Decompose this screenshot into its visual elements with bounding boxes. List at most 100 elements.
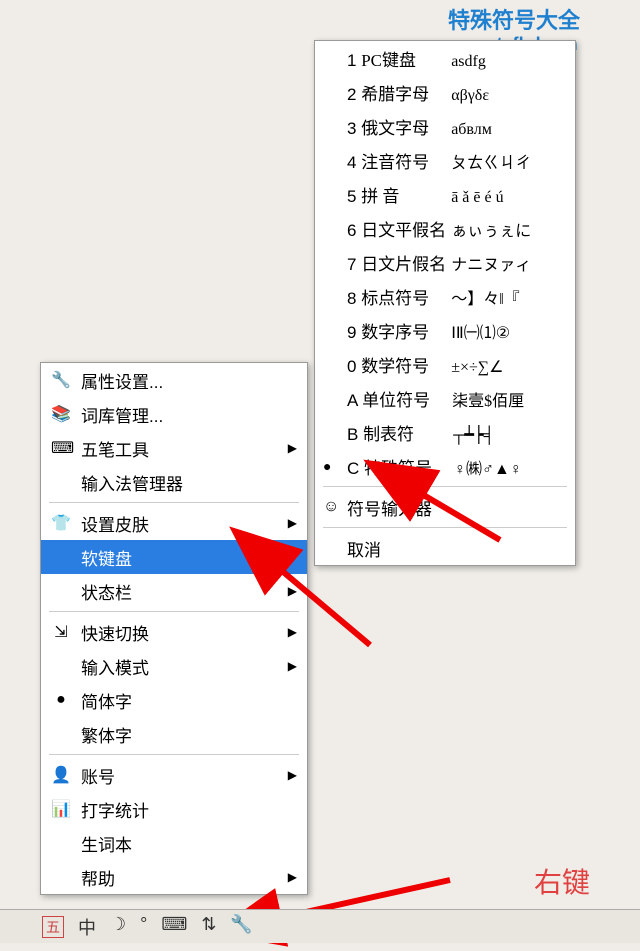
menu-label: 输入模式 [81,654,149,679]
option-sample: ナニヌァィ [451,257,531,274]
option-sample: 柒壹$佰厘 [452,393,524,410]
menu-item[interactable]: ⌨五笔工具▶ [41,431,307,465]
option-sample: ā ǎ ē é ú [451,189,503,206]
softkeyboard-option[interactable]: A 单位符号柒壹$佰厘 [315,381,575,415]
option-sample: ～】々‖『 [451,291,520,308]
option-label: PC键盘 [361,46,451,71]
option-shortcut: 3 [347,119,361,138]
menu-item[interactable]: 繁体字 [41,717,307,751]
option-label: 制表符 [363,420,453,445]
softkeyboard-option[interactable]: 1 PC键盘asdfg [315,41,575,75]
softkeyboard-option[interactable]: 8 标点符号～】々‖『 [315,279,575,313]
option-shortcut: 2 [347,85,361,104]
option-shortcut: 9 [347,323,361,342]
option-shortcut: 7 [347,255,361,274]
softkeyboard-option[interactable]: 9 数字序号ⅠⅡ㈠⑴② [315,313,575,347]
right-click-annotation: 右键 [534,861,590,901]
ime-status-bar[interactable]: 五 中 ☽ ° ⌨ ⇅ 🔧 [0,909,640,943]
menu-icon: 👤 [51,765,71,785]
menu-item[interactable]: 输入法管理器 [41,465,307,499]
option-sample: ㄆㄊㄍㄐㄔ [451,155,531,172]
option-shortcut: 4 [347,153,361,172]
menu-icon: ⇲ [51,622,71,642]
statusbar-icon[interactable]: ⇅ [201,914,216,940]
statusbar-icon[interactable]: 🔧 [230,914,252,940]
menu-label: 词库管理... [81,402,163,427]
menu-label: 打字统计 [81,797,149,822]
menu-icon: ● [51,691,71,709]
option-label: 数字序号 [361,318,451,343]
softkeyboard-option[interactable]: ● C 特殊符号♀㈱♂▲♀ [315,449,575,483]
menu-item[interactable]: 🔧 属性设置... [41,363,307,397]
menu-label: 帮助 [81,865,115,890]
option-label: 日文平假名 [361,216,451,241]
ime-mode-indicator[interactable]: 五 [42,916,64,938]
menu-icon: 👕 [51,513,71,533]
option-label: 标点符号 [361,284,451,309]
option-shortcut: 5 [347,187,361,206]
option-sample: абвлм [451,121,492,138]
menu-label: 状态栏 [81,579,132,604]
statusbar-icon[interactable]: ⌨ [161,914,187,940]
menu-label: 简体字 [81,688,132,713]
option-sample: ┬┷┝╡ [453,427,495,444]
menu-icon: 📊 [51,799,71,819]
menu-item[interactable]: 👕 设置皮肤 ▶ [41,506,307,540]
menu-label: 五笔工具 [81,436,149,461]
statusbar-icon[interactable]: 中 [78,914,96,940]
menu-item[interactable]: 👤 账号 ▶ [41,758,307,792]
menu-label: 属性设置... [81,368,163,393]
softkeyboard-option[interactable]: 4 注音符号ㄆㄊㄍㄐㄔ [315,143,575,177]
softkeyboard-option[interactable]: B 制表符┬┷┝╡ [315,415,575,449]
menu-item[interactable]: ● 简体字 [41,683,307,717]
statusbar-icon[interactable]: ☽ [110,914,126,940]
option-label: 希腊字母 [361,80,451,105]
option-sample: αβγδε [451,87,489,104]
submenu-arrow-icon: ▶ [288,768,297,782]
menu-separator [49,502,299,503]
softkeyboard-option[interactable]: 2 希腊字母αβγδε [315,75,575,109]
softkeyboard-option[interactable]: 6 日文平假名ぁぃぅぇに [315,211,575,245]
submenu-arrow-icon: ▶ [288,659,297,673]
option-sample: ぁぃぅぇに [451,223,531,240]
option-shortcut: 8 [347,289,361,308]
menu-item[interactable]: 生词本 [41,826,307,860]
option-sample: ♀㈱♂▲♀ [454,461,522,478]
option-shortcut: 0 [347,357,361,376]
menu-icon: 📚 [51,404,71,424]
menu-label: 快速切换 [81,620,149,645]
option-shortcut: A [347,391,362,410]
menu-label: 设置皮肤 [81,511,149,536]
option-label: 特殊符号 [364,454,454,479]
arrow-to-softkeyboard [260,555,380,655]
option-shortcut: B [347,425,363,444]
menu-item[interactable]: 📚 词库管理... [41,397,307,431]
submenu-arrow-icon: ▶ [288,441,297,455]
softkeyboard-option[interactable]: 7 日文片假名ナニヌァィ [315,245,575,279]
menu-label: 繁体字 [81,722,132,747]
submenu-arrow-icon: ▶ [288,516,297,530]
option-shortcut: 1 [347,51,361,70]
smiley-icon: ☺ [323,498,339,516]
option-shortcut: C [347,459,364,478]
option-label: 注音符号 [361,148,451,173]
menu-label: 软键盘 [81,545,132,570]
menu-label: 生词本 [81,831,132,856]
option-sample: ±×÷∑∠ [451,359,503,376]
menu-label: 账号 [81,763,115,788]
softkeyboard-option[interactable]: 5 拼 音ā ǎ ē é ú [315,177,575,211]
arrow-to-symbol-input [400,480,510,550]
statusbar-icon[interactable]: ° [140,914,147,940]
option-shortcut: 6 [347,221,361,240]
menu-icon: 🔧 [51,370,71,390]
menu-label: 输入法管理器 [81,470,183,495]
option-label: 单位符号 [362,386,452,411]
softkeyboard-option[interactable]: 3 俄文字母абвлм [315,109,575,143]
option-sample: asdfg [451,53,486,70]
option-label: 数学符号 [361,352,451,377]
bullet-icon: ● [323,458,331,474]
watermark-line1: 特殊符号大全 [448,8,580,34]
menu-item[interactable]: 📊 打字统计 [41,792,307,826]
menu-separator [49,754,299,755]
softkeyboard-option[interactable]: 0 数学符号±×÷∑∠ [315,347,575,381]
